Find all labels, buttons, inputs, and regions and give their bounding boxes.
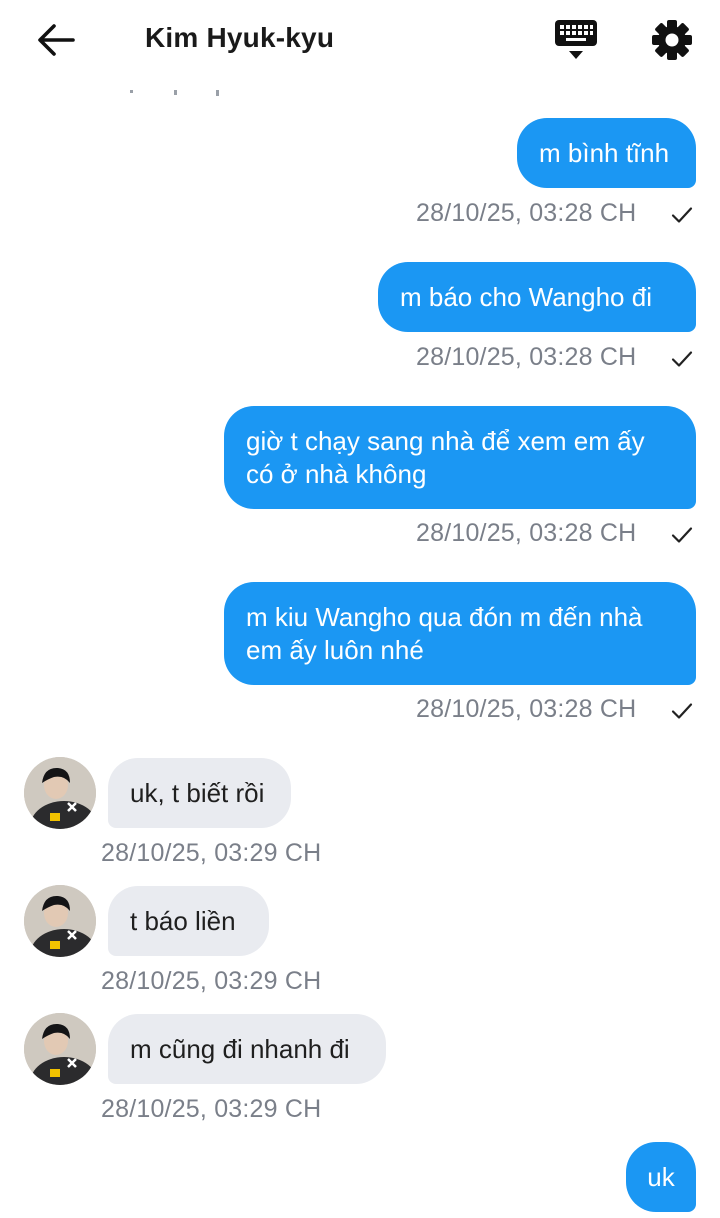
- arrow-left-icon: [38, 24, 75, 56]
- message-text-line: giờ t chạy sang nhà để xem em ấy: [246, 425, 645, 456]
- sent-check-icon: [671, 207, 693, 223]
- message-text: uk, t biết rồi: [130, 777, 265, 808]
- chat-header: Kim Hyuk-kyu: [0, 0, 720, 80]
- message-text: m bình tĩnh: [539, 137, 670, 168]
- keyboard-toggle-button[interactable]: [552, 18, 600, 62]
- outgoing-message-bubble[interactable]: uk: [626, 1142, 696, 1212]
- message-timestamp: 28/10/25, 03:28 CH: [416, 343, 637, 371]
- outgoing-message-bubble[interactable]: m kiu Wangho qua đón m đến nhà em ấy luô…: [224, 582, 696, 685]
- sent-check-icon: [671, 703, 693, 719]
- contact-name: Kim Hyuk-kyu: [145, 22, 335, 53]
- message-timestamp: 28/10/25, 03:28 CH: [416, 199, 637, 227]
- person-photo: [24, 1013, 96, 1085]
- message-text-line: m kiu Wangho qua đón m đến nhà: [246, 601, 643, 632]
- message-text-line: có ở nhà không: [246, 458, 427, 489]
- outgoing-message-bubble[interactable]: m báo cho Wangho đi: [378, 262, 696, 332]
- message-timestamp: 28/10/25, 03:29 CH: [101, 967, 322, 995]
- incoming-message-bubble[interactable]: t báo liền: [108, 886, 269, 956]
- message-timestamp: 28/10/25, 03:28 CH: [416, 519, 637, 547]
- back-button[interactable]: [34, 20, 78, 60]
- sent-check-icon: [671, 351, 693, 367]
- message-text: m báo cho Wangho đi: [400, 281, 652, 312]
- message-timestamp: 28/10/25, 03:29 CH: [101, 839, 322, 867]
- clipped-previous-text: [130, 90, 219, 96]
- person-photo: [24, 885, 96, 957]
- settings-button[interactable]: [648, 16, 696, 64]
- incoming-message-bubble[interactable]: uk, t biết rồi: [108, 758, 291, 828]
- message-timestamp: 28/10/25, 03:28 CH: [416, 695, 637, 723]
- outgoing-message-bubble[interactable]: giờ t chạy sang nhà để xem em ấy có ở nh…: [224, 406, 696, 509]
- gear-icon: [652, 20, 692, 60]
- sent-check-icon: [671, 527, 693, 543]
- person-photo: [24, 757, 96, 829]
- message-timestamp: 28/10/25, 03:29 CH: [101, 1095, 322, 1123]
- contact-avatar[interactable]: [24, 757, 96, 829]
- incoming-message-bubble[interactable]: m cũng đi nhanh đi: [108, 1014, 386, 1084]
- message-text-line: em ấy luôn nhé: [246, 634, 424, 665]
- keyboard-hide-icon: [555, 20, 597, 59]
- contact-avatar[interactable]: [24, 885, 96, 957]
- outgoing-message-bubble[interactable]: m bình tĩnh: [517, 118, 696, 188]
- contact-avatar[interactable]: [24, 1013, 96, 1085]
- chat-screen: Kim Hyuk-kyu m bình tĩnh 28/10/25, 03:28…: [0, 0, 720, 1218]
- message-text: m cũng đi nhanh đi: [130, 1033, 350, 1064]
- message-text: uk: [647, 1161, 675, 1192]
- message-text: t báo liền: [130, 905, 236, 936]
